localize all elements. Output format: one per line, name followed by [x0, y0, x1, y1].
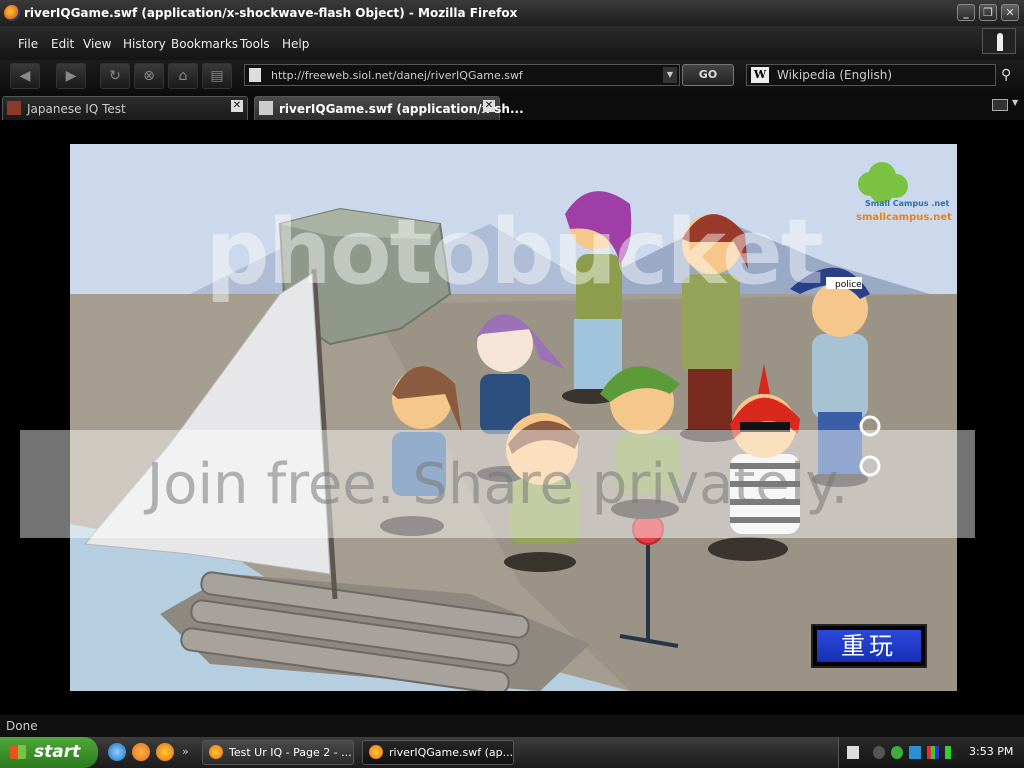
volume-icon[interactable]	[945, 746, 957, 759]
forward-button[interactable]: ▶	[56, 63, 86, 89]
status-text: Done	[6, 719, 38, 733]
start-label: start	[34, 742, 81, 762]
taskbar-button-river-iq-game[interactable]: riverIQGame.swf (ap...	[362, 740, 514, 765]
start-button[interactable]: start	[0, 737, 98, 768]
menu-bar: File Edit View History Bookmarks Tools H…	[0, 26, 1024, 60]
firefox-icon	[209, 745, 223, 759]
forward-arrow-icon: ▶	[65, 68, 77, 84]
stop-icon: ⊗	[143, 68, 155, 84]
url-text[interactable]: http://freeweb.siol.net/danej/riverIQGam…	[271, 69, 523, 82]
menu-edit[interactable]: Edit	[51, 37, 74, 51]
help-icon[interactable]	[847, 746, 859, 759]
taskbar-button-test-ur-iq[interactable]: Test Ur IQ - Page 2 - ...	[202, 740, 354, 765]
url-bar[interactable]: http://freeweb.siol.net/danej/riverIQGam…	[244, 64, 680, 86]
search-box[interactable]: W Wikipedia (English)	[746, 64, 996, 86]
reload-button[interactable]: ↻	[100, 63, 130, 89]
url-dropdown-icon[interactable]: ▼	[663, 67, 677, 83]
firefox-launch-icon[interactable]	[156, 743, 174, 761]
tab-bar: Japanese IQ Test ✕ riverIQGame.swf (appl…	[0, 92, 1024, 120]
bookmarks-icon: ▤	[210, 68, 224, 84]
minimize-icon: _	[963, 6, 969, 19]
magnifier-icon[interactable]: ⚲	[1001, 67, 1011, 83]
windows-taskbar: start » Test Ur IQ - Page 2 - ... riverI…	[0, 737, 1024, 768]
taskbar-button-label: Test Ur IQ - Page 2 - ...	[229, 746, 352, 759]
tab-title: Japanese IQ Test	[27, 102, 126, 116]
reload-icon: ↻	[109, 68, 121, 84]
go-button[interactable]: GO	[682, 64, 734, 86]
tab-japanese-iq-test[interactable]: Japanese IQ Test ✕	[2, 96, 248, 120]
menu-help[interactable]: Help	[282, 37, 309, 51]
firefox-icon	[369, 745, 383, 759]
chevron-left-icon[interactable]	[873, 746, 885, 759]
menu-file[interactable]: File	[18, 37, 38, 51]
quicklaunch-more-icon[interactable]: »	[182, 745, 189, 758]
network-icon[interactable]	[909, 746, 921, 759]
menu-bookmarks[interactable]: Bookmarks	[171, 37, 238, 51]
photobucket-watermark: photobucket	[205, 200, 824, 305]
replay-button[interactable]: 重玩	[811, 624, 927, 668]
menu-tools[interactable]: Tools	[240, 37, 270, 51]
page-icon	[249, 68, 261, 82]
status-bar: Done	[0, 715, 1024, 737]
windows-flag-icon	[10, 745, 26, 759]
system-tray: 3:53 PM	[838, 737, 1024, 768]
home-icon: ⌂	[178, 68, 188, 84]
search-engine-label[interactable]: Wikipedia (English)	[777, 68, 892, 82]
menu-view[interactable]: View	[83, 37, 111, 51]
internet-explorer-icon[interactable]	[108, 743, 126, 761]
utorrent-icon[interactable]	[891, 746, 903, 759]
chevron-down-icon[interactable]: ▼	[1012, 98, 1018, 107]
tab-list-icon[interactable]	[992, 99, 1008, 111]
tab-close-icon[interactable]: ✕	[231, 100, 243, 112]
back-button[interactable]: ◀	[10, 63, 40, 89]
wikipedia-icon[interactable]: W	[751, 67, 769, 83]
close-window-button[interactable]: ✕	[1001, 4, 1019, 21]
replay-label[interactable]: 重玩	[817, 630, 921, 662]
tab-river-iq-game[interactable]: riverIQGame.swf (application/x-sh... ✕	[254, 96, 524, 120]
browser-content: police Small Campus .net smallcampus.net…	[0, 120, 1024, 715]
meter-icon[interactable]	[927, 746, 939, 759]
navigation-toolbar: ◀ ▶ ↻ ⊗ ⌂ ▤ http://freeweb.siol.net/dane…	[0, 60, 1024, 92]
stop-button[interactable]: ⊗	[134, 63, 164, 89]
vlc-icon[interactable]	[132, 743, 150, 761]
watermark-band: Join free. Share privately.	[20, 430, 975, 538]
system-clock: 3:53 PM	[969, 745, 1014, 758]
tab-page-icon	[259, 101, 273, 115]
restore-button[interactable]: ❐	[979, 4, 997, 21]
window-titlebar: riverIQGame.swf (application/x-shockwave…	[0, 0, 1024, 26]
bookmarks-button[interactable]: ▤	[202, 63, 232, 89]
taskbar-button-label: riverIQGame.swf (ap...	[389, 746, 514, 759]
theme-shuttle-icon	[982, 28, 1016, 54]
back-arrow-icon: ◀	[19, 68, 31, 84]
menu-history[interactable]: History	[123, 37, 166, 51]
close-icon: ✕	[1005, 6, 1015, 19]
window-title: riverIQGame.swf (application/x-shockwave…	[24, 6, 518, 20]
restore-icon: ❐	[983, 6, 993, 19]
tab-favicon-icon	[7, 101, 21, 115]
tab-close-icon[interactable]: ✕	[483, 100, 495, 112]
firefox-icon	[4, 5, 20, 21]
watermark-band-text: Join free. Share privately.	[146, 452, 849, 517]
minimize-button[interactable]: _	[957, 4, 975, 21]
home-button[interactable]: ⌂	[168, 63, 198, 89]
